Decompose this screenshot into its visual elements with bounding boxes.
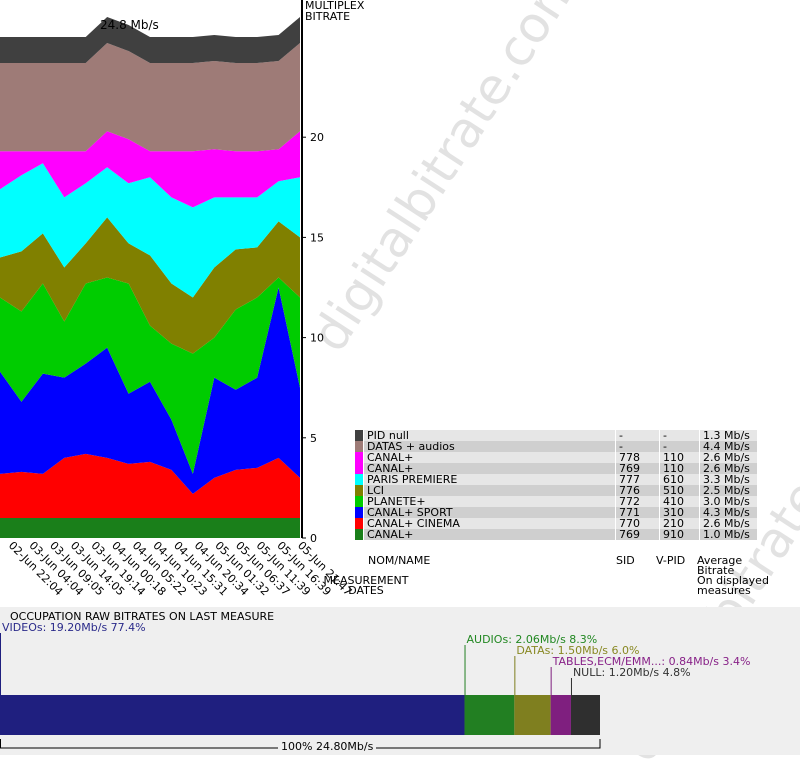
area-series-0 xyxy=(0,517,300,538)
legend-row: CANAL+ CINEMA 770 210 2.6 Mb/s xyxy=(355,518,757,529)
legend-cell-name: PARIS PREMIERE xyxy=(364,474,615,485)
occupation-segment xyxy=(0,695,465,735)
occupation-bar xyxy=(0,633,601,749)
legend-row: PARIS PREMIERE 777 610 3.3 Mb/s xyxy=(355,474,757,485)
legend-cell-name: CANAL+ xyxy=(364,529,615,540)
occupation-total-label: 100% 24.80Mb/s xyxy=(278,740,377,753)
legend-swatch xyxy=(355,518,363,529)
y-tick-label: 5 xyxy=(310,432,317,445)
legend-row: CANAL+ 778 110 2.6 Mb/s xyxy=(355,452,757,463)
legend-cell-vpid: 910 xyxy=(660,529,699,540)
total-bitrate-label: 24.8 Mb/s xyxy=(100,18,159,32)
legend-swatch xyxy=(355,485,363,496)
y-tick-label: 20 xyxy=(310,131,324,144)
legend-row: DATAS + audios - -4.4 Mb/s xyxy=(355,441,757,452)
occupation-segment xyxy=(550,695,571,735)
legend-header-vpid: V-PID xyxy=(656,554,686,567)
legend-swatch xyxy=(355,463,363,474)
legend-table: PID null - -1.3 Mb/s DATAS + audios - -4.4 Mb… xyxy=(354,430,758,540)
x-axis-ticks: 02-Jun 22:0403-Jun 04:0403-Jun 09:0503-J… xyxy=(6,539,354,598)
x-axis-label: MEASUREMENT DATES xyxy=(323,574,409,597)
occupation-segment xyxy=(464,695,515,735)
y-tick-label: 15 xyxy=(310,231,324,244)
legend-cell-sid: 769 xyxy=(616,529,659,540)
legend-swatch xyxy=(355,507,363,518)
occupation-panel: OCCUPATION RAW BITRATES ON LAST MEASURE … xyxy=(0,607,800,755)
legend-cell-avg: 1.0 Mb/s xyxy=(700,529,757,540)
legend-header-average: Average Bitrate On displayed measures xyxy=(697,555,769,597)
legend-header-sid: SID xyxy=(616,554,635,567)
legend-swatch xyxy=(355,529,363,540)
legend-swatch xyxy=(355,474,363,485)
legend-swatch xyxy=(355,496,363,507)
occupation-segment xyxy=(570,695,600,735)
legend-swatch xyxy=(355,430,363,441)
legend-row: CANAL+ 769 910 1.0 Mb/s xyxy=(355,529,757,540)
chart-title: MULTIPLEX BITRATE xyxy=(305,0,365,23)
y-tick-label: 10 xyxy=(310,332,324,345)
y-axis: 0 5 10 15 20 xyxy=(301,0,324,545)
legend-header-average-line4: measures xyxy=(697,584,751,597)
legend-swatch xyxy=(355,452,363,463)
area-series-layer xyxy=(0,16,300,538)
legend-swatch xyxy=(355,441,363,452)
legend-header-name: NOM/NAME xyxy=(368,554,431,567)
occupation-segment xyxy=(514,695,551,735)
y-tick-label: 0 xyxy=(310,532,317,545)
